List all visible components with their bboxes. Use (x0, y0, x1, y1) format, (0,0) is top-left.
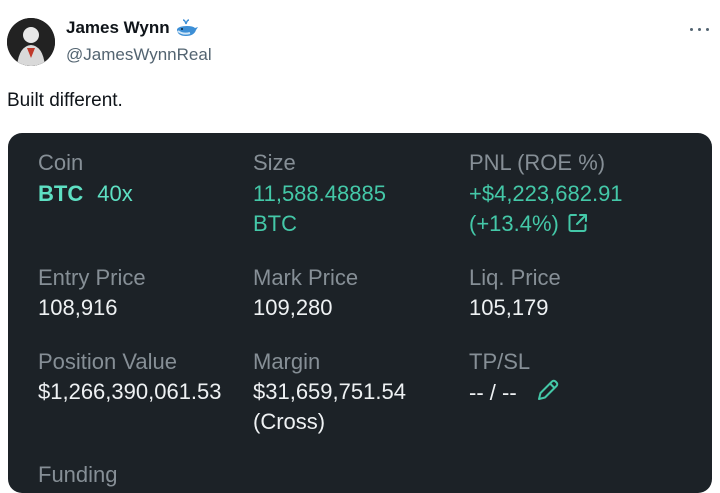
leverage-value: 40x (97, 181, 133, 206)
post-text: Built different. (7, 90, 123, 111)
coin-label: Coin (38, 150, 84, 175)
size-unit: BTC (253, 211, 297, 236)
liq-price-value: 105,179 (469, 295, 549, 320)
tpsl-value: -- / -- (469, 380, 517, 405)
author-name-row: James Wynn (66, 18, 199, 38)
share-external-icon[interactable] (567, 212, 589, 242)
pnl-label: PNL (ROE %) (469, 150, 606, 175)
funding-label: Funding (38, 462, 118, 487)
author-handle[interactable]: @JamesWynnReal (66, 45, 212, 65)
margin-label: Margin (253, 349, 321, 374)
tpsl-label: TP/SL (469, 349, 531, 374)
tpsl-row: -- / -- (469, 377, 561, 411)
more-options-icon[interactable] (688, 20, 712, 40)
liq-price-label: Liq. Price (469, 265, 561, 290)
pnl-value: +$4,223,682.91 (469, 181, 623, 206)
roe-value: (+13.4%) (469, 211, 559, 236)
size-value: 11,588.48885 (253, 181, 386, 206)
margin-value: $31,659,751.54 (253, 379, 406, 404)
edit-pencil-icon[interactable] (535, 377, 561, 411)
position-value-label: Position Value (38, 349, 178, 374)
avatar[interactable] (7, 18, 55, 66)
coin-symbol: BTC (38, 181, 84, 206)
entry-price-value: 108,916 (38, 295, 118, 320)
mark-price-value: 109,280 (253, 295, 333, 320)
position-card[interactable]: Coin BTC 40x Size 11,588.48885 BTC PNL (… (8, 133, 712, 493)
coin-value: BTC 40x (38, 179, 133, 209)
entry-price-label: Entry Price (38, 265, 146, 290)
avatar-silhouette-icon (7, 18, 55, 66)
margin-mode: (Cross) (253, 409, 326, 434)
size-label: Size (253, 150, 296, 175)
author-display-name[interactable]: James Wynn (66, 18, 170, 38)
whale-icon (175, 18, 199, 38)
position-value: $1,266,390,061.53 (38, 379, 222, 404)
roe-row: (+13.4%) (469, 209, 589, 242)
mark-price-label: Mark Price (253, 265, 359, 290)
